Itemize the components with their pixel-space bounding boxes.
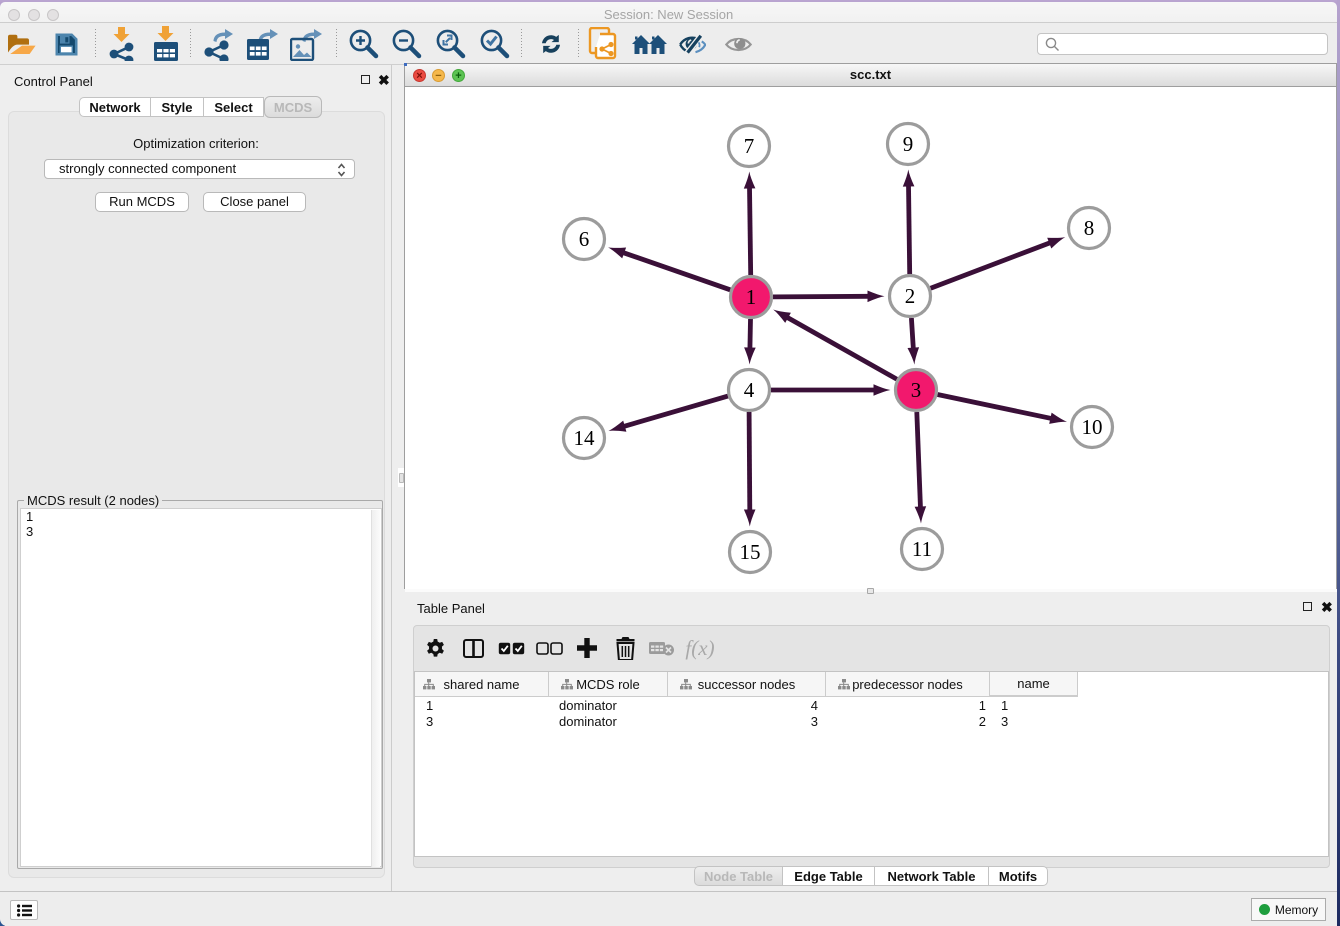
- svg-text:2: 2: [905, 284, 916, 308]
- svg-text:3: 3: [911, 378, 922, 402]
- svg-text:6: 6: [579, 227, 590, 251]
- svg-text:9: 9: [903, 132, 914, 156]
- svg-text:1: 1: [746, 285, 757, 309]
- svg-text:10: 10: [1082, 415, 1103, 439]
- svg-text:11: 11: [912, 537, 932, 561]
- svg-text:4: 4: [744, 378, 755, 402]
- svg-text:7: 7: [744, 134, 755, 158]
- svg-text:15: 15: [740, 540, 761, 564]
- svg-text:8: 8: [1084, 216, 1095, 240]
- svg-text:14: 14: [574, 426, 596, 450]
